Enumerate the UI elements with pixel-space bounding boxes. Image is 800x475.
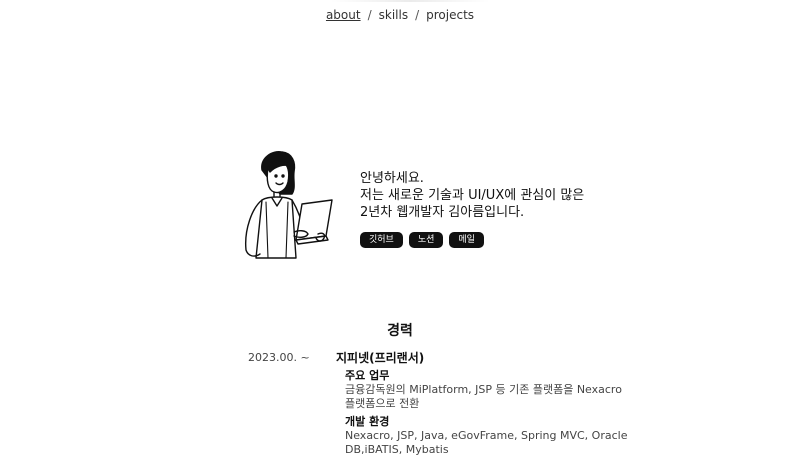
nav-skills-link[interactable]: skills: [379, 8, 408, 22]
duties-text: 금융감독원의 MiPlatform, JSP 등 기존 플랫폼을 Nexacro…: [345, 383, 622, 410]
nav-shadow: [330, 0, 490, 2]
intro-text-line-2: 저는 새로운 기술과 UI/UX에 관심이 많은: [360, 188, 585, 203]
intro-block: 안녕하세요. 저는 새로운 기술과 UI/UX에 관심이 많은 2년차 웹개발자…: [360, 170, 640, 248]
github-button[interactable]: 깃허브: [360, 232, 403, 248]
dev-env-text: Nexacro, JSP, Java, eGovFrame, Spring MV…: [345, 429, 628, 456]
greeting-text: 안녕하세요.: [360, 171, 424, 186]
hero-section: 안녕하세요. 저는 새로운 기술과 UI/UX에 관심이 많은 2년차 웹개발자…: [232, 150, 632, 260]
top-nav: about / skills / projects: [0, 8, 800, 22]
dev-env-heading: 개발 환경: [345, 415, 390, 428]
notion-button[interactable]: 노션: [408, 232, 444, 248]
career-section-title: 경력: [387, 323, 413, 339]
nav-separator: /: [367, 8, 372, 22]
career-period: 2023.00. ~: [248, 351, 310, 364]
mail-button[interactable]: 메일: [449, 232, 484, 248]
developer-illustration: [232, 150, 342, 260]
nav-projects-link[interactable]: projects: [426, 8, 474, 22]
career-details: 주요 업무 금융감독원의 MiPlatform, JSP 등 기존 플랫폼을 N…: [345, 369, 635, 457]
intro-text-line-3: 2년차 웹개발자 김아름입니다.: [360, 205, 525, 220]
career-company: 지피넷(프리랜서): [336, 351, 425, 365]
duties-heading: 주요 업무: [345, 369, 390, 382]
nav-about-link[interactable]: about: [326, 8, 361, 22]
dev-env-block: 개발 환경 Nexacro, JSP, Java, eGovFrame, Spr…: [345, 415, 635, 457]
link-buttons: 깃허브 노션 메일: [360, 232, 640, 248]
nav-separator: /: [415, 8, 420, 22]
